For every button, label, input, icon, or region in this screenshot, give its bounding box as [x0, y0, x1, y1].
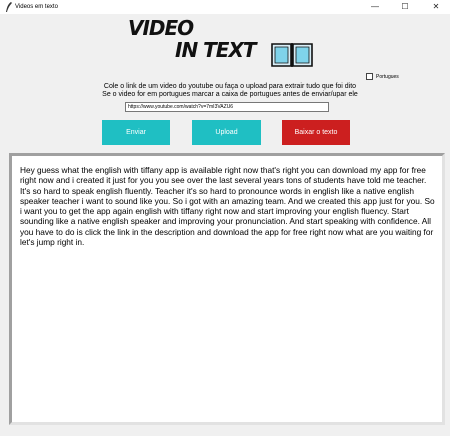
instruction-line-2: Se o video for em portugues marcar a cai…: [102, 91, 358, 98]
url-input[interactable]: [125, 102, 329, 112]
window-title: Videos em texto: [15, 4, 58, 10]
minimize-button[interactable]: —: [364, 0, 386, 14]
transcript-text: Hey guess what the english with tiffany …: [20, 165, 435, 248]
maximize-button[interactable]: ☐: [394, 0, 416, 14]
enviar-button[interactable]: Enviar: [102, 120, 170, 145]
close-button[interactable]: ✕: [425, 0, 447, 14]
checkbox-square[interactable]: [366, 73, 373, 80]
portugues-checkbox[interactable]: Portugues: [366, 73, 399, 81]
logo-title-line1: VIDEO: [128, 16, 194, 40]
baixar-texto-button[interactable]: Baixar o texto: [282, 120, 350, 145]
portugues-label: Portugues: [376, 73, 399, 80]
logo-title-line2: IN TEXT: [175, 38, 257, 62]
instruction-line-1: Cole o link de um video do youtube ou fa…: [103, 83, 357, 90]
transcript-textarea[interactable]: Hey guess what the english with tiffany …: [9, 153, 445, 425]
feather-icon: [6, 2, 12, 12]
title-bar: Videos em texto — ☐ ✕: [0, 0, 450, 14]
book-icon: [271, 43, 313, 67]
upload-button[interactable]: Upload: [192, 120, 261, 145]
